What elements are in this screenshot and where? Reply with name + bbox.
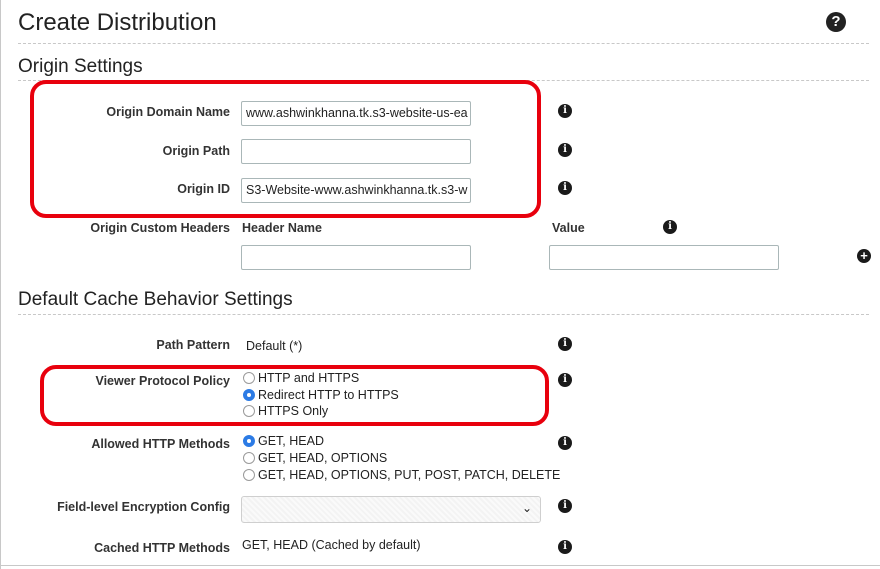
origin-settings-divider xyxy=(18,80,869,81)
radio-button-selected[interactable] xyxy=(243,434,255,447)
page-title: Create Distribution xyxy=(18,9,217,36)
field-level-encryption-select[interactable]: ⌄ xyxy=(241,496,541,523)
origin-id-label: Origin ID xyxy=(177,182,230,196)
radio-label: Redirect HTTP to HTTPS xyxy=(258,387,399,402)
radio-redirect-http-to-https[interactable]: Redirect HTTP to HTTPS xyxy=(243,386,399,403)
allowed-http-methods-label: Allowed HTTP Methods xyxy=(91,437,230,451)
viewer-protocol-policy-label: Viewer Protocol Policy xyxy=(95,374,230,388)
info-icon[interactable]: i xyxy=(558,104,572,118)
info-icon[interactable]: i xyxy=(558,181,572,195)
cached-http-methods-value: GET, HEAD (Cached by default) xyxy=(242,538,421,552)
radio-http-and-https[interactable]: HTTP and HTTPS xyxy=(243,369,359,386)
origin-id-input[interactable]: S3-Website-www.ashwinkhanna.tk.s3-w xyxy=(241,178,471,203)
radio-all-methods[interactable]: GET, HEAD, OPTIONS, PUT, POST, PATCH, DE… xyxy=(243,466,560,483)
radio-button[interactable] xyxy=(243,371,255,384)
origin-settings-heading: Origin Settings xyxy=(18,56,143,77)
radio-https-only[interactable]: HTTPS Only xyxy=(243,402,328,419)
radio-label: HTTP and HTTPS xyxy=(258,370,360,385)
origin-domain-name-label: Origin Domain Name xyxy=(106,105,230,119)
info-icon[interactable]: i xyxy=(558,143,572,157)
plus-circle-icon[interactable]: + xyxy=(857,249,871,263)
header-name-column-label: Header Name xyxy=(242,221,322,235)
panel-left-border xyxy=(0,0,1,569)
origin-custom-headers-label: Origin Custom Headers xyxy=(90,221,230,235)
radio-button-selected[interactable] xyxy=(243,388,255,401)
info-icon[interactable]: i xyxy=(558,337,572,351)
info-icon[interactable]: i xyxy=(558,540,572,554)
header-value-input[interactable] xyxy=(549,245,779,270)
path-pattern-value: Default (*) xyxy=(246,339,303,353)
radio-button[interactable] xyxy=(243,468,255,481)
cache-behavior-divider xyxy=(18,314,869,315)
info-icon[interactable]: i xyxy=(558,499,572,513)
title-divider xyxy=(18,43,869,44)
radio-button[interactable] xyxy=(243,451,255,464)
radio-get-head[interactable]: GET, HEAD xyxy=(243,432,324,449)
radio-label: GET, HEAD xyxy=(258,433,324,448)
info-icon[interactable]: i xyxy=(663,220,677,234)
radio-label: GET, HEAD, OPTIONS xyxy=(258,450,388,465)
radio-button[interactable] xyxy=(243,404,255,417)
info-icon[interactable]: i xyxy=(558,436,572,450)
field-level-encryption-label: Field-level Encryption Config xyxy=(57,500,230,514)
cache-behavior-heading: Default Cache Behavior Settings xyxy=(18,289,293,310)
info-icon[interactable]: i xyxy=(558,373,572,387)
radio-get-head-options[interactable]: GET, HEAD, OPTIONS xyxy=(243,449,387,466)
cached-http-methods-label: Cached HTTP Methods xyxy=(94,541,230,555)
radio-label: HTTPS Only xyxy=(258,403,329,418)
origin-path-input[interactable] xyxy=(241,139,471,164)
origin-path-label: Origin Path xyxy=(162,144,230,158)
origin-domain-name-input[interactable]: www.ashwinkhanna.tk.s3-website-us-ea xyxy=(241,101,471,126)
question-circle-icon[interactable]: ? xyxy=(826,12,846,32)
header-name-input[interactable] xyxy=(241,245,471,270)
path-pattern-label: Path Pattern xyxy=(156,338,230,352)
chevron-down-icon: ⌄ xyxy=(521,501,532,515)
radio-label: GET, HEAD, OPTIONS, PUT, POST, PATCH, DE… xyxy=(258,467,561,482)
value-column-label: Value xyxy=(552,221,585,235)
panel-bottom-border xyxy=(0,565,880,566)
